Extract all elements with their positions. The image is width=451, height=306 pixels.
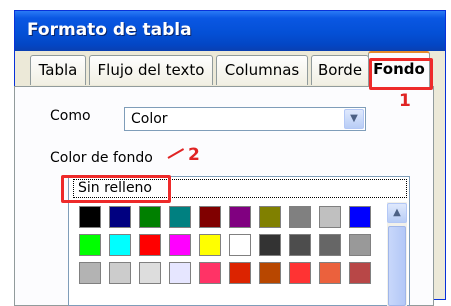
color-swatch[interactable] [349,262,371,284]
color-swatch[interactable] [319,206,341,228]
color-swatch[interactable] [199,262,221,284]
color-swatch[interactable] [199,206,221,228]
annotation-box-fondo [369,58,433,90]
color-swatch[interactable] [169,262,191,284]
color-swatch[interactable] [259,262,281,284]
color-swatch[interactable] [289,234,311,256]
como-select[interactable]: Color ▼ [124,107,366,131]
tab-columnas[interactable]: Columnas [216,55,308,85]
dialog-title: Formato de tabla [27,20,192,40]
title-bar: Formato de tabla [15,11,445,51]
color-swatch[interactable] [229,262,251,284]
color-swatch[interactable] [229,206,251,228]
color-swatch[interactable] [259,206,281,228]
como-select-value: Color [131,111,168,127]
color-swatch[interactable] [319,262,341,284]
como-label: Como [50,108,91,124]
color-de-fondo-label: Color de fondo [50,150,153,166]
color-swatch[interactable] [139,206,161,228]
color-swatch[interactable] [229,234,251,256]
color-swatch[interactable] [289,206,311,228]
color-swatch[interactable] [139,234,161,256]
color-swatch[interactable] [79,262,101,284]
annotation-number-1: 1 [399,91,411,111]
annotation-box-sin-relleno [61,175,171,203]
tab-borde[interactable]: Borde [311,55,369,85]
scroll-up-arrow-icon[interactable]: ▲ [387,203,407,223]
color-swatch[interactable] [109,206,131,228]
color-swatch[interactable] [349,234,371,256]
color-swatch[interactable] [259,234,281,256]
annotation-number-2: 2 [188,145,200,165]
tab-flujo-del-texto[interactable]: Flujo del texto [89,55,213,85]
color-swatch[interactable] [79,206,101,228]
color-swatch[interactable] [109,234,131,256]
scrollbar-thumb[interactable] [388,226,406,306]
color-swatch[interactable] [169,234,191,256]
color-swatch[interactable] [139,262,161,284]
tab-tabla[interactable]: Tabla [30,55,86,85]
color-swatch[interactable] [169,206,191,228]
color-swatch[interactable] [79,234,101,256]
chevron-down-icon[interactable]: ▼ [344,109,364,129]
color-swatch[interactable] [349,206,371,228]
color-swatch[interactable] [319,234,341,256]
color-swatch[interactable] [199,234,221,256]
color-swatch[interactable] [109,262,131,284]
color-swatch[interactable] [289,262,311,284]
